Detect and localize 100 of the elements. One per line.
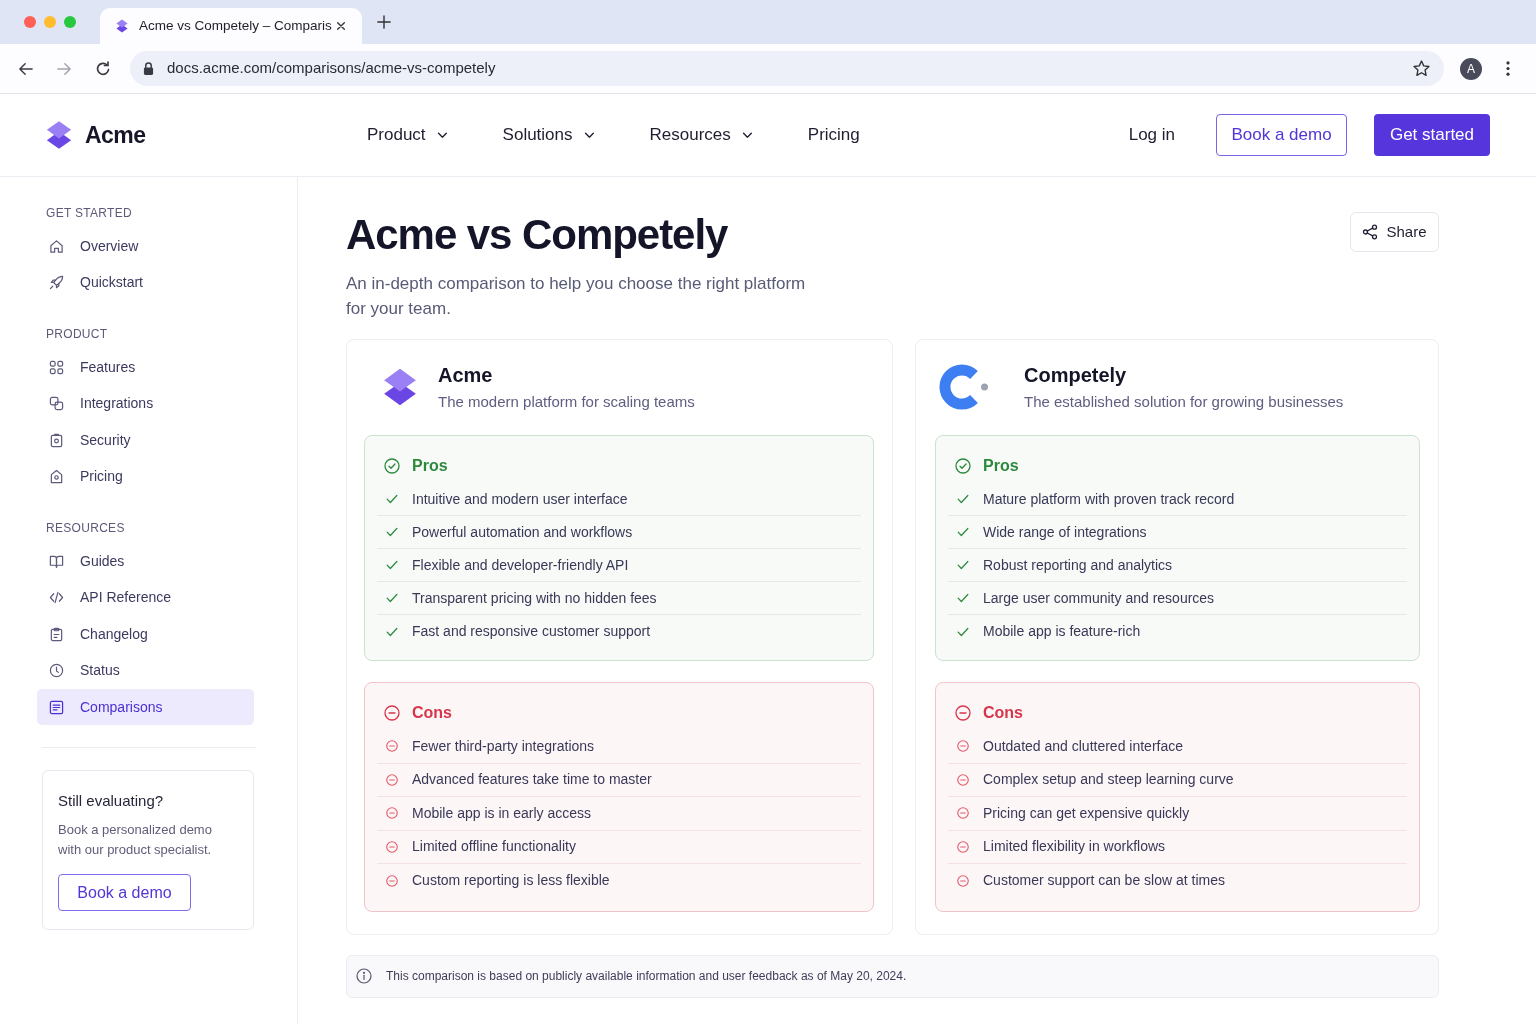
cons-heading: Cons [412,703,452,723]
rocket-icon [49,275,64,291]
code-icon [49,590,64,606]
promo-title: Still evaluating? [58,791,165,811]
share-button[interactable]: Share [1350,212,1439,252]
check-icon [957,527,969,537]
product-name: Acme [438,363,494,388]
check-icon [386,527,398,537]
nav-link[interactable]: Resources [649,122,752,148]
section-title: PRODUCT [45,326,109,342]
circle-minus-icon [957,740,969,753]
sidebar-item[interactable]: Quickstart [37,264,254,301]
section-title: RESOURCES [45,520,126,536]
check-icon [957,626,969,637]
profile-avatar-button[interactable]: A [1460,57,1482,80]
circle-minus-icon [957,773,969,786]
back-button[interactable] [18,61,34,76]
check-icon [386,626,398,637]
chevron-down-icon [436,132,447,138]
close-tab-button[interactable] [334,19,348,33]
circle-minus-icon [386,840,398,853]
con-item: Outdated and cluttered interface [983,736,1184,756]
sidebar-item[interactable]: Overview [37,228,254,265]
sidebar-item[interactable]: API Reference [37,579,254,616]
pro-item: Transparent pricing with no hidden fees [412,588,657,608]
pro-item: Mature platform with proven track record [983,489,1235,509]
sidebar-item[interactable]: Features [37,349,254,386]
back-arrow-icon [18,61,34,76]
sidebar-item[interactable]: Comparisons [37,689,254,725]
check-icon [957,593,969,603]
page-title: Acme vs Competely [346,211,728,259]
letter-c-logo-icon [938,364,990,410]
circle-minus-icon [384,705,400,721]
login-link[interactable]: Log in [1128,122,1175,148]
browser-menu-button[interactable] [1506,61,1510,76]
circle-minus-icon [386,807,398,820]
book-demo-button[interactable]: Book a demo [58,874,191,911]
id-badge-icon [49,432,64,448]
pro-item: Robust reporting and analytics [983,555,1173,575]
sidebar-item[interactable]: Guides [37,543,254,580]
circle-minus-icon [957,874,969,887]
con-item: Custom reporting is less flexible [412,871,610,891]
lock-icon [143,62,154,75]
circle-minus-icon [957,807,969,820]
circle-check-icon [955,458,971,474]
check-icon [386,560,398,570]
check-icon [957,560,969,570]
chevron-down-icon [583,132,594,138]
con-item: Fewer third-party integrations [412,736,595,756]
section-title: GET STARTED [45,205,133,221]
page-subtitle: An in-depth comparison to help you choose the right platform for your team. [346,273,807,320]
reload-button[interactable] [95,60,111,77]
sidebar-item[interactable]: Pricing [37,458,254,495]
forward-arrow-icon [56,61,72,76]
product-tagline: The established solution for growing businesses [1024,392,1344,412]
bookmark-button[interactable] [1413,60,1430,77]
con-item: Advanced features take time to master [412,770,652,790]
sidebar-item[interactable]: Status [37,652,254,689]
con-item: Pricing can get expensive quickly [983,803,1190,823]
nav-link[interactable]: Product [367,122,447,148]
pro-item: Mobile app is feature-rich [983,622,1141,641]
logo-icon [116,19,128,33]
circle-minus-icon [386,874,398,887]
sidebar-item[interactable]: Changelog [37,616,254,653]
nav-link[interactable]: Pricing [807,122,860,148]
sidebar-item[interactable]: Integrations [37,385,254,422]
new-tab-button[interactable] [377,15,391,29]
share-icon [1362,224,1379,240]
check-icon [957,494,969,504]
circle-check-icon [384,458,400,474]
product-name: Competely [1024,363,1128,388]
brand-name: Acme [85,120,146,150]
tag-icon [49,469,64,485]
sidebar-item[interactable]: Security [37,422,254,459]
clock-icon [49,663,64,679]
get-started-button[interactable]: Get started [1374,114,1490,156]
pro-item: Wide range of integrations [983,522,1147,542]
check-icon [386,593,398,603]
nav-link[interactable]: Solutions [502,122,594,148]
con-item: Mobile app is in early access [412,803,591,823]
pro-item: Intuitive and modern user interface [412,489,628,509]
book-demo-button[interactable]: Book a demo [1216,114,1347,156]
clipboard-icon [49,626,64,642]
close-icon [336,21,346,31]
browser-tab[interactable]: Acme vs Competely – Comparis [100,8,362,44]
more-vertical-icon [1506,61,1510,76]
product-tagline: The modern platform for scaling teams [438,392,695,412]
disclaimer-text: This comparison is based on publicly available information and user feedback as of May 20, 2024. [386,968,907,985]
star-icon [1413,60,1430,77]
pros-heading: Pros [983,456,1019,476]
reload-icon [95,60,111,77]
pro-item: Flexible and developer-friendly API [412,555,629,575]
chevron-down-icon [741,132,752,138]
con-item: Complex setup and steep learning curve [983,770,1234,790]
grid-icon [49,359,64,375]
address-bar[interactable]: docs.acme.com/comparisons/acme-vs-competely [130,51,1444,86]
book-icon [49,553,64,569]
pro-item: Powerful automation and workflows [412,522,633,542]
info-icon [356,968,372,984]
check-icon [386,494,398,504]
